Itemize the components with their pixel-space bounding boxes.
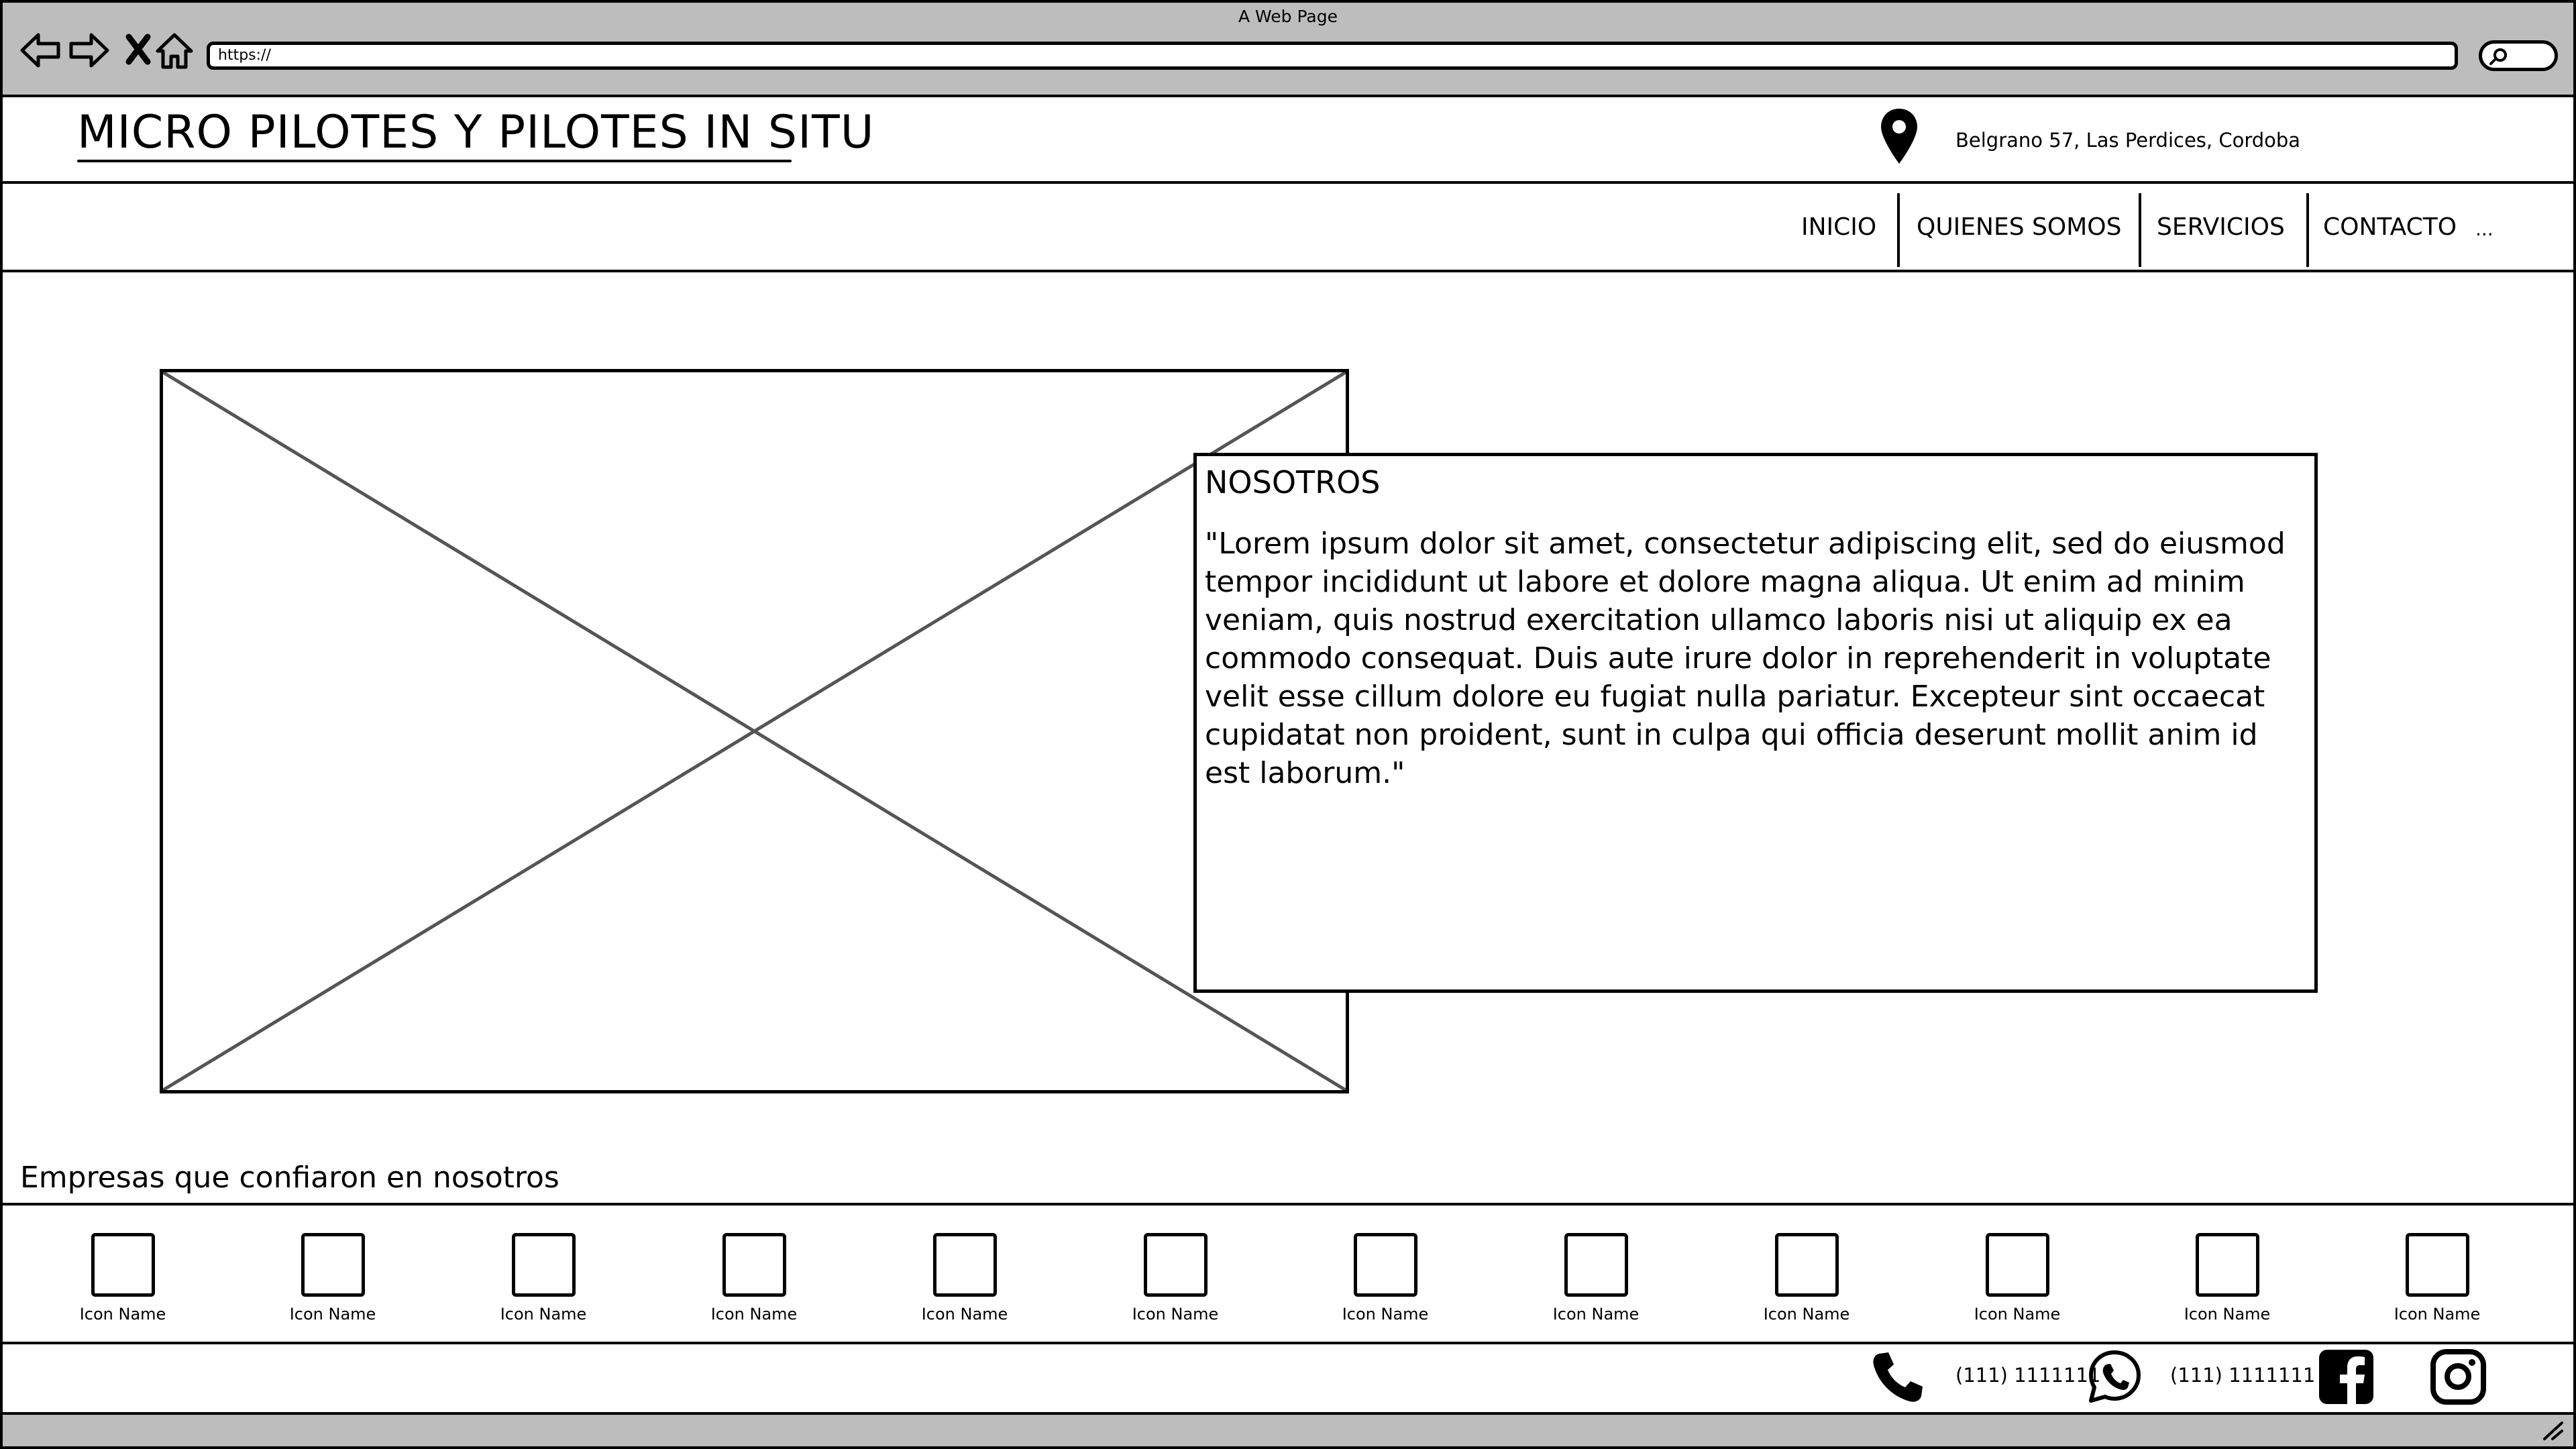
company-logo-icon (2195, 1233, 2259, 1297)
company-icon-label: Icon Name (2184, 1305, 2271, 1324)
company-logo-icon (1564, 1233, 1628, 1297)
facebook-icon[interactable] (2318, 1348, 2375, 1405)
company-icon-label: Icon Name (79, 1305, 166, 1324)
company-icon-label: Icon Name (1342, 1305, 1429, 1324)
company-logo-icon (511, 1233, 576, 1297)
company-icon[interactable]: Icon Name (1522, 1233, 1670, 1324)
companies-divider-top (0, 1203, 2576, 1205)
address-bar[interactable]: https:// (207, 42, 2458, 70)
company-icon-label: Icon Name (710, 1305, 798, 1324)
company-icon-label: Icon Name (2394, 1305, 2481, 1324)
company-icon[interactable]: Icon Name (2363, 1233, 2511, 1324)
menu-divider (0, 270, 2576, 272)
header-divider (0, 181, 2576, 184)
company-icon[interactable]: Icon Name (1733, 1233, 1880, 1324)
company-icon[interactable]: Icon Name (49, 1233, 197, 1324)
page-left-border (0, 97, 3, 1412)
menu-item-contacto[interactable]: CONTACTO (2323, 213, 2457, 241)
menu-separator (2139, 193, 2141, 267)
location-pin-icon (1881, 109, 1917, 164)
whatsapp-icon[interactable] (2086, 1348, 2143, 1405)
about-heading: NOSOTROS (1205, 464, 1381, 500)
company-icon-label: Icon Name (1974, 1305, 2061, 1324)
company-logo-icon (932, 1233, 997, 1297)
menu-item-inicio[interactable]: INICIO (1801, 213, 1876, 241)
company-logo-icon (1774, 1233, 1839, 1297)
company-icon[interactable]: Icon Name (1311, 1233, 1459, 1324)
company-icon[interactable]: Icon Name (259, 1233, 407, 1324)
company-logo-icon (1353, 1233, 1417, 1297)
companies-label: Empresas que confiaron en nosotros (20, 1161, 559, 1195)
forward-icon[interactable] (66, 27, 113, 74)
company-logo-icon (1985, 1233, 2049, 1297)
company-icon[interactable]: Icon Name (2153, 1233, 2301, 1324)
address-text: Belgrano 57, Las Perdices, Cordoba (1955, 129, 2301, 152)
menu-item-more[interactable]: ... (2475, 218, 2493, 240)
phone-icon[interactable] (1870, 1348, 1927, 1405)
browser-search-box[interactable] (2479, 40, 2558, 71)
window-title: A Web Page (1238, 7, 1338, 26)
company-icon-label: Icon Name (1132, 1305, 1219, 1324)
menu-separator (1897, 193, 1900, 267)
home-icon[interactable] (151, 27, 198, 74)
company-icon[interactable]: Icon Name (470, 1233, 617, 1324)
company-icon-label: Icon Name (289, 1305, 376, 1324)
back-icon[interactable] (17, 27, 64, 74)
company-icon[interactable]: Icon Name (1943, 1233, 2091, 1324)
site-title[interactable]: MICRO PILOTES Y PILOTES IN SITU (77, 106, 874, 159)
company-icon[interactable]: Icon Name (891, 1233, 1038, 1324)
company-icon[interactable]: Icon Name (1102, 1233, 1249, 1324)
whatsapp-number[interactable]: (111) 1111111 (2170, 1364, 2315, 1387)
menu-item-quienes-somos[interactable]: QUIENES SOMOS (1917, 213, 2121, 241)
menu-separator (2306, 193, 2309, 267)
phone-number[interactable]: (111) 1111111 (1955, 1364, 2100, 1387)
company-logo-icon (722, 1233, 786, 1297)
company-logo-icon (1143, 1233, 1208, 1297)
company-logo-icon (301, 1233, 365, 1297)
page-right-border (2573, 97, 2576, 1412)
company-logo-icon (2405, 1233, 2469, 1297)
company-icon[interactable]: Icon Name (680, 1233, 828, 1324)
company-icon-label: Icon Name (1552, 1305, 1640, 1324)
menu-item-servicios[interactable]: SERVICIOS (2157, 213, 2285, 241)
company-logo-icon (91, 1233, 155, 1297)
search-icon (2489, 48, 2507, 65)
image-placeholder (160, 369, 1349, 1093)
company-icon-label: Icon Name (1763, 1305, 1850, 1324)
title-underline (77, 160, 792, 162)
company-icon-label: Icon Name (500, 1305, 587, 1324)
about-textbox: NOSOTROS "Lorem ipsum dolor sit amet, co… (1193, 453, 2318, 993)
company-icon-label: Icon Name (921, 1305, 1008, 1324)
about-body: "Lorem ipsum dolor sit amet, consectetur… (1205, 527, 2286, 790)
footer-divider (0, 1342, 2576, 1344)
instagram-icon[interactable] (2430, 1348, 2487, 1405)
browser-status-bar (0, 1412, 2576, 1449)
resize-grip-icon[interactable] (2539, 1419, 2566, 1442)
